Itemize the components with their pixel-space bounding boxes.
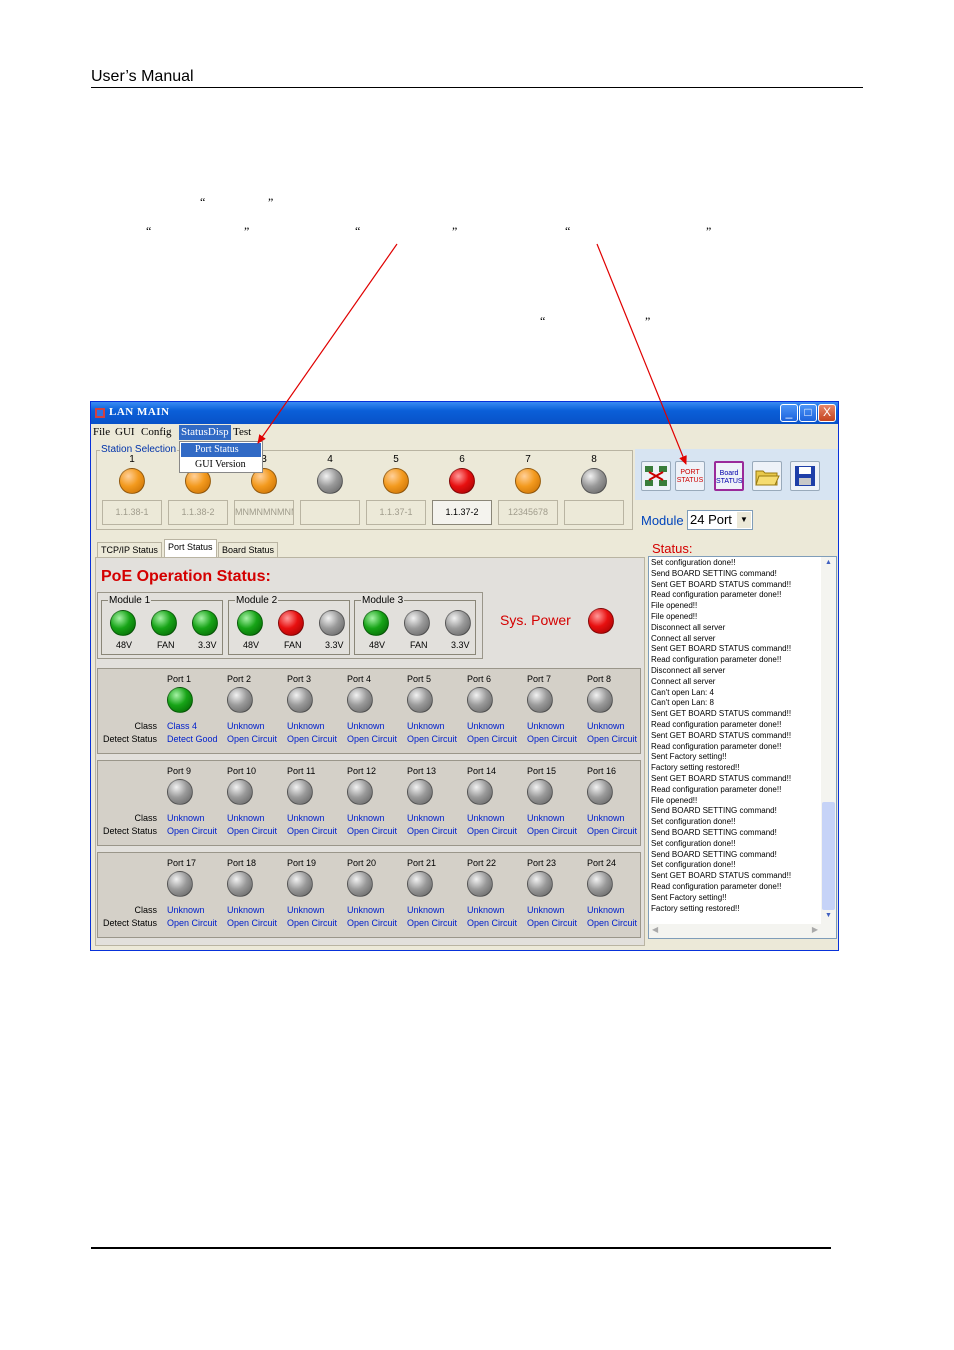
arrow-to-port-status-button [596,243,687,465]
footer-rule [91,1247,831,1249]
annotation-arrows [257,243,687,465]
arrow-to-port-status-menu [257,243,398,444]
